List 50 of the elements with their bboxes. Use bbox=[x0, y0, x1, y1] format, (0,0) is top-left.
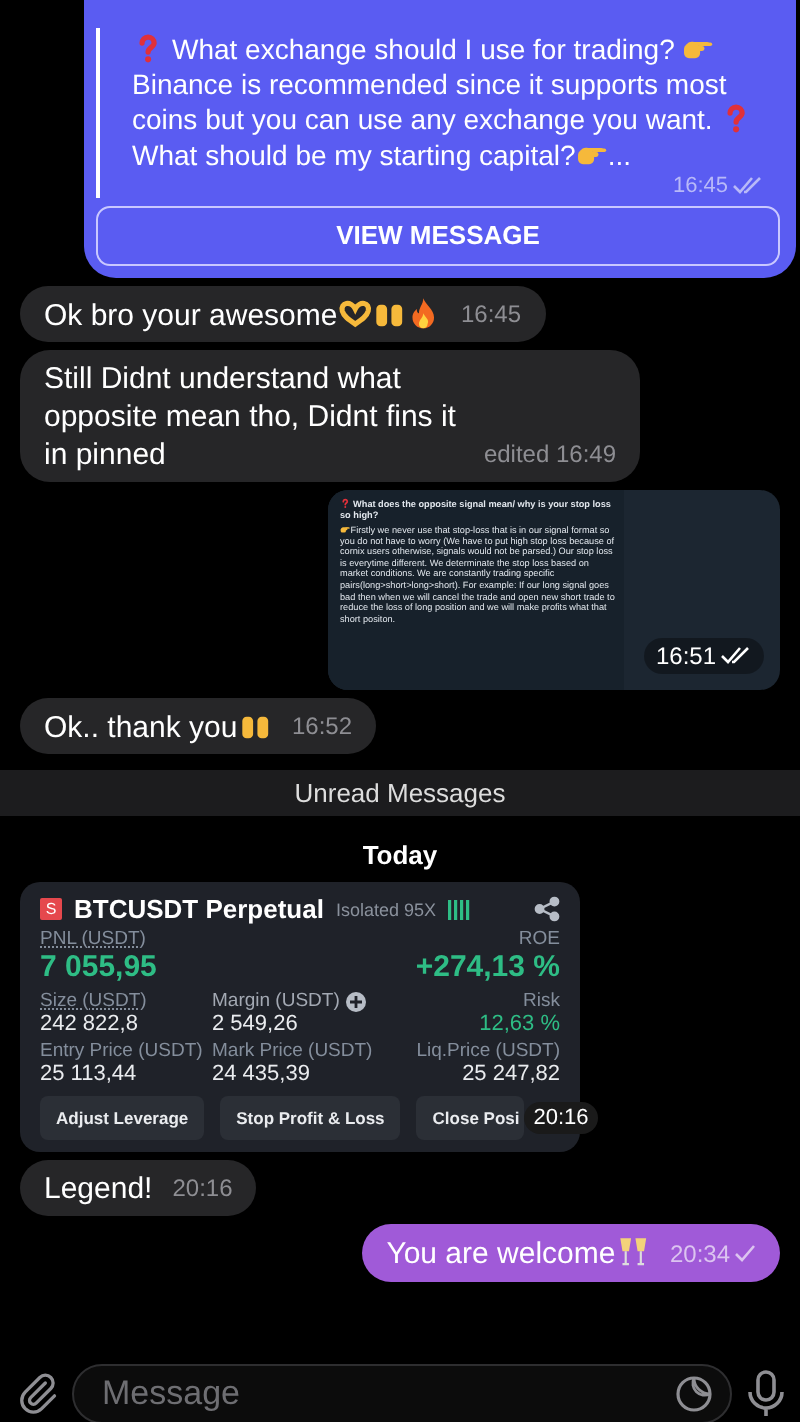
attach-icon[interactable] bbox=[16, 1372, 60, 1416]
stat-label: PNL (USDT) bbox=[40, 928, 146, 951]
card-action-button[interactable]: Stop Profit & Loss bbox=[220, 1096, 401, 1141]
pnl-value: 7 055,95 bbox=[40, 950, 157, 985]
pointing-hand-icon bbox=[340, 523, 351, 534]
message-time: edited 16:49 bbox=[483, 438, 616, 473]
clinking-glasses-icon bbox=[615, 1234, 650, 1270]
stat-label: Risk bbox=[523, 990, 560, 1013]
microphone-icon[interactable] bbox=[744, 1370, 788, 1418]
leverage-bars-icon bbox=[448, 899, 473, 920]
stat-value: 25 247,82 bbox=[462, 1062, 560, 1087]
view-message-button[interactable]: VIEW MESSAGE bbox=[96, 205, 780, 266]
share-icon[interactable] bbox=[534, 896, 560, 923]
stat-value: 24 435,39 bbox=[212, 1062, 310, 1087]
stat-value: 12,63 % bbox=[479, 1012, 560, 1037]
message-input[interactable]: Message bbox=[98, 1372, 674, 1416]
sticker-icon[interactable] bbox=[674, 1374, 714, 1414]
stat-label: Margin (USDT) bbox=[212, 990, 340, 1013]
stat-value: 25 113,44 bbox=[40, 1062, 137, 1087]
message-text: You are welcome bbox=[386, 1234, 650, 1274]
message-time: 20:34 bbox=[669, 1235, 756, 1274]
stat-label: Mark Price (USDT) bbox=[212, 1040, 373, 1063]
message-text: Legend! bbox=[44, 1170, 153, 1209]
message-text: What exchange should I use for trading? Binance is recommended since it supports most coins but you can use any exchange you want. What should be my starting capital? ... bbox=[132, 32, 764, 174]
heart-hands-icon bbox=[337, 295, 372, 331]
message-text: Ok.. thank you bbox=[44, 708, 272, 747]
roe-value: +274,13 % bbox=[415, 950, 560, 985]
margin-mode: Isolated 95X bbox=[335, 899, 437, 920]
stat-label: Entry Price (USDT) bbox=[40, 1040, 203, 1063]
message-time: 20:16 bbox=[523, 1102, 599, 1135]
date-label: Today bbox=[360, 838, 440, 875]
message-text: Still Didnt understand what opposite mean tho, Didnt fins it in pinned bbox=[44, 360, 458, 475]
card-action-button[interactable]: Adjust Leverage bbox=[40, 1096, 205, 1141]
message-text: Ok bro your awesome bbox=[44, 295, 441, 335]
stat-label: Liq.Price (USDT) bbox=[416, 1040, 560, 1063]
stat-value: 2 549,26 bbox=[212, 1012, 298, 1037]
message-time: 16:52 bbox=[291, 710, 352, 745]
stat-label: Size (USDT) bbox=[40, 990, 147, 1013]
message-time: 16:45 bbox=[460, 298, 522, 333]
app-logo: S bbox=[40, 898, 62, 921]
message-time: 20:16 bbox=[172, 1172, 233, 1207]
card-action-button[interactable]: Close Posi bbox=[416, 1096, 524, 1141]
message-time: 16:51 bbox=[643, 638, 764, 675]
stat-value: 242 822,8 bbox=[40, 1012, 138, 1037]
stat-label: ROE bbox=[518, 928, 560, 951]
message-field[interactable]: Message bbox=[72, 1364, 732, 1422]
add-icon[interactable] bbox=[345, 991, 366, 1012]
question-mark-icon bbox=[340, 498, 351, 509]
card-title: BTCUSDT Perpetual bbox=[74, 894, 324, 925]
message-time: 16:45 bbox=[672, 173, 764, 198]
